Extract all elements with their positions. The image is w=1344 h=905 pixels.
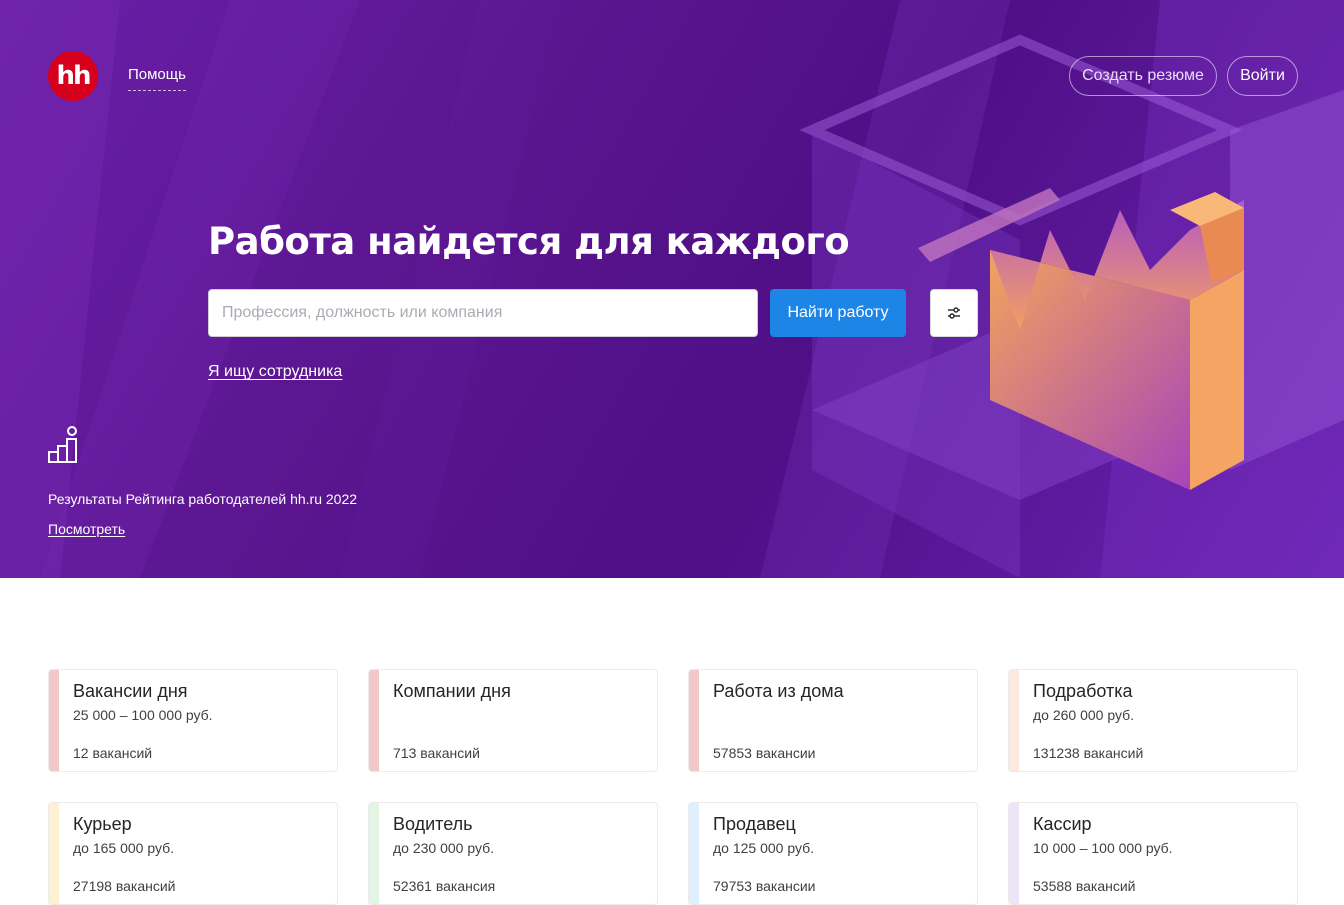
rating-text: Результаты Рейтинга работодателей hh.ru … (48, 491, 358, 507)
create-resume-button[interactable]: Создать резюме (1069, 56, 1217, 96)
card-accent (689, 803, 699, 904)
card-vacancy-count: 27198 вакансий (73, 878, 176, 894)
category-card[interactable]: Кассир 10 000 – 100 000 руб. 53588 вакан… (1008, 802, 1298, 905)
search-button[interactable]: Найти работу (770, 289, 906, 337)
employer-link[interactable]: Я ищу сотрудника (208, 363, 342, 381)
category-card[interactable]: Продавец до 125 000 руб. 79753 вакансии (688, 802, 978, 905)
card-vacancy-count: 12 вакансий (73, 745, 153, 761)
card-accent (369, 803, 379, 904)
card-accent (369, 670, 379, 771)
card-accent (1009, 803, 1019, 904)
card-title: Вакансии дня (73, 681, 188, 701)
card-salary: 25 000 – 100 000 руб. (73, 707, 213, 723)
card-title: Водитель (393, 814, 473, 834)
category-card[interactable]: Курьер до 165 000 руб. 27198 вакансий (48, 802, 338, 905)
category-card[interactable]: Компании дня 713 вакансий (368, 669, 658, 772)
category-card[interactable]: Водитель до 230 000 руб. 52361 вакансия (368, 802, 658, 905)
card-salary: до 165 000 руб. (73, 840, 175, 856)
search-input[interactable] (208, 289, 758, 337)
card-accent (1009, 670, 1019, 771)
rating-view-link[interactable]: Посмотреть (48, 521, 125, 537)
card-vacancy-count: 52361 вакансия (393, 878, 496, 894)
sliders-icon (948, 307, 960, 319)
card-vacancy-count: 53588 вакансий (1033, 878, 1136, 894)
card-title: Работа из дома (713, 681, 844, 701)
hh-logo[interactable]: hh (48, 51, 98, 101)
card-title: Компании дня (393, 681, 511, 701)
card-accent (689, 670, 699, 771)
category-card[interactable]: Вакансии дня 25 000 – 100 000 руб. 12 ва… (48, 669, 338, 772)
card-title: Продавец (713, 814, 796, 834)
card-salary: 10 000 – 100 000 руб. (1033, 840, 1173, 856)
hero-banner: hh Помощь Создать резюме Войти Работа на… (0, 0, 1344, 578)
card-salary: до 230 000 руб. (393, 840, 495, 856)
card-title: Кассир (1033, 814, 1092, 834)
card-title: Курьер (73, 814, 132, 834)
hero-title: Работа найдется для каждого (208, 220, 850, 263)
category-card[interactable]: Подработка до 260 000 руб. 131238 ваканс… (1008, 669, 1298, 772)
category-card[interactable]: Работа из дома 57853 вакансии (688, 669, 978, 772)
card-vacancy-count: 57853 вакансии (713, 745, 816, 761)
card-salary: до 260 000 руб. (1033, 707, 1135, 723)
login-button[interactable]: Войти (1227, 56, 1298, 96)
card-vacancy-count: 713 вакансий (393, 745, 480, 761)
card-accent (49, 803, 59, 904)
rating-bars-icon (48, 426, 77, 463)
card-salary: до 125 000 руб. (713, 840, 815, 856)
card-vacancy-count: 79753 вакансии (713, 878, 816, 894)
card-accent (49, 670, 59, 771)
card-title: Подработка (1033, 681, 1133, 701)
card-vacancy-count: 131238 вакансий (1033, 745, 1144, 761)
help-link[interactable]: Помощь (128, 66, 186, 91)
advanced-search-button[interactable] (930, 289, 978, 337)
